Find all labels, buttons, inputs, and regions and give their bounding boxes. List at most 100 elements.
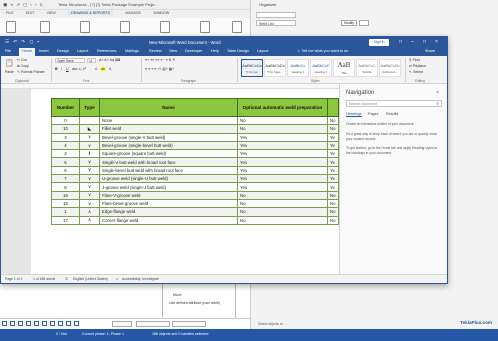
cell-extra[interactable]: No — [327, 198, 339, 209]
header-number[interactable]: Number — [51, 98, 80, 117]
tab-help[interactable]: Help — [211, 49, 219, 53]
style-title[interactable]: AaB Title — [333, 59, 355, 77]
table-row[interactable]: 7 ∨ U-groove weld (single-U butt weld) Yes Y… — [51, 174, 339, 184]
cell-name[interactable]: None — [99, 115, 238, 126]
close-pane-icon[interactable]: × — [436, 90, 439, 96]
table-row[interactable]: 1 ∧ Edge-flange weld No No — [51, 207, 339, 217]
cell-preparation[interactable]: Yes — [237, 149, 328, 159]
cad-quick-access[interactable]: ▣ ⤷ ↗ ◻ ‹ › ≡ — [3, 2, 43, 8]
snap-icon[interactable] — [74, 321, 79, 326]
cell-name[interactable]: Corner-flange weld — [99, 215, 238, 225]
cell-name[interactable]: Fillet weld — [99, 124, 238, 134]
copy-button[interactable]: ⧉ Copy — [17, 64, 29, 68]
header-name[interactable]: Name — [99, 98, 238, 117]
maximize-icon[interactable]: □ — [423, 39, 426, 45]
cell-extra[interactable]: Ye — [327, 165, 339, 176]
cell-number[interactable]: 2 — [51, 149, 80, 159]
cell-number[interactable]: 1 — [51, 207, 80, 217]
cell-type-symbol[interactable]: ∨ — [79, 132, 100, 142]
cell-name[interactable]: Edge-flange weld — [99, 207, 238, 217]
cell-preparation[interactable]: No — [237, 198, 328, 209]
organizer-filter[interactable] — [256, 12, 296, 18]
cell-preparation[interactable]: Yes — [237, 132, 328, 142]
cell-number[interactable]: 4 — [51, 140, 80, 151]
word-quick-access[interactable]: ☰ ↶ ↷ ◻ ▪ — [5, 39, 40, 45]
italic-button[interactable]: I — [61, 67, 62, 71]
text-effects-button[interactable]: A — [109, 67, 111, 71]
find-button[interactable]: ⚲ Find — [409, 58, 420, 62]
weld-types-table[interactable]: Number Type Name Optional automatic weld… — [51, 98, 339, 225]
cell-type-symbol[interactable] — [79, 115, 100, 126]
replace-button[interactable]: ⇄ Replace — [409, 64, 426, 68]
cell-name[interactable]: U-groove weld (single-U butt weld) — [99, 174, 238, 184]
tab-file[interactable]: File — [5, 49, 11, 53]
ribbon-display-icon[interactable]: □ — [399, 39, 402, 45]
table-row[interactable]: 0 None No No — [51, 115, 339, 126]
options-button[interactable] — [359, 20, 369, 26]
table-row[interactable]: 17 ∧ Corner-flange weld No No — [51, 215, 339, 225]
align-buttons-icon[interactable]: ≡ ≡ ≡ ≡ ↕˅ ▧˅ ▦˅ — [145, 67, 174, 71]
cell-type-symbol[interactable]: ‖ — [79, 149, 100, 159]
current-plane-select[interactable] — [172, 321, 206, 327]
accessibility-icon[interactable]: ☺ — [115, 277, 118, 281]
move-option[interactable]: Move — [173, 293, 182, 297]
paste-button[interactable]: Paste — [5, 70, 14, 74]
bold-button[interactable]: B — [55, 67, 58, 71]
close-icon[interactable]: × — [435, 39, 438, 45]
font-color-button[interactable]: A — [95, 67, 97, 71]
cell-extra[interactable]: Ye — [327, 157, 339, 167]
font-size-select[interactable]: 11 — [87, 58, 96, 63]
document-page[interactable]: Number Type Name Optional automatic weld… — [31, 89, 339, 274]
search-icon[interactable]: ⚲ — [436, 101, 439, 107]
style-subtitle[interactable]: AaBbCcC Subtitle — [356, 59, 378, 77]
cut-button[interactable]: ✂ Cut — [17, 58, 27, 62]
cell-preparation[interactable]: No — [237, 215, 328, 225]
cell-name[interactable]: Single-bevel butt weld with broad root f… — [99, 165, 238, 176]
cad-menu-window[interactable]: WINDOW — [153, 11, 169, 15]
cell-type-symbol[interactable]: ◣ — [79, 124, 100, 134]
font-name-select[interactable]: Open Sans — [55, 58, 85, 63]
navigation-search-input[interactable]: Search document ⚲ — [346, 100, 442, 107]
cell-number[interactable]: 8 — [51, 182, 80, 192]
cell-extra[interactable]: No — [327, 215, 339, 225]
document-area[interactable]: Number Type Name Optional automatic weld… — [1, 89, 339, 274]
cell-extra[interactable]: Ye — [327, 149, 339, 159]
cell-number[interactable]: 17 — [51, 215, 80, 225]
cell-preparation[interactable]: No — [237, 115, 328, 126]
table-row[interactable]: 3 ∨ Bevel-groove (single-V butt weld) Yes Ye — [51, 132, 339, 142]
cad-tool-icon[interactable] — [80, 21, 90, 33]
cell-name[interactable]: J-groove weld (single-J butt weld) — [99, 182, 238, 192]
cell-number[interactable]: 10 — [51, 124, 80, 134]
tab-view[interactable]: View — [169, 49, 177, 53]
cell-extra[interactable]: Ye — [327, 140, 339, 151]
status-page[interactable]: Page 1 of 1 — [5, 277, 22, 281]
highlight-button[interactable]: ab — [101, 67, 105, 71]
cell-preparation[interactable]: No — [237, 124, 328, 134]
cell-type-symbol[interactable]: ∨ — [79, 190, 100, 200]
cell-type-symbol[interactable]: ∧ — [79, 215, 100, 225]
style-heading-2[interactable]: AaBbCcC Heading 2 — [310, 59, 332, 77]
cell-preparation[interactable]: No — [237, 190, 328, 200]
tab-mailings[interactable]: Mailings — [125, 49, 139, 53]
nav-tab-pages[interactable]: Pages — [368, 112, 378, 116]
status-language[interactable]: English (United States) — [73, 277, 108, 281]
tab-home[interactable]: Home — [19, 48, 36, 56]
cad-tool-icon[interactable] — [232, 21, 242, 33]
cad-menu-drawing-reports[interactable]: DRAWING & REPORTS — [68, 11, 114, 15]
cell-name[interactable]: Flare-bevel-groove weld — [99, 198, 238, 209]
table-row[interactable]: 5 ∨ Single-V butt weld with broad root fac… — [51, 157, 339, 167]
header-preparation[interactable]: Optional automatic weld preparation — [237, 98, 328, 117]
cell-extra[interactable]: No — [327, 115, 339, 126]
cell-type-symbol[interactable]: ∧ — [79, 207, 100, 217]
cell-preparation[interactable]: Yes — [237, 182, 328, 192]
cad-menu-edit[interactable]: EDIT — [26, 11, 34, 15]
table-row[interactable]: 6 ∨ Single-bevel butt weld with broad root… — [51, 165, 339, 176]
cell-preparation[interactable]: No — [237, 207, 328, 217]
cad-tool-icon[interactable] — [200, 21, 210, 33]
status-accessibility[interactable]: Accessibility: Investigate — [122, 277, 159, 281]
tab-layout[interactable]: Layout — [77, 49, 88, 53]
strikethrough-button[interactable]: abc x₂ x² — [72, 67, 86, 71]
snap-icon[interactable] — [50, 321, 55, 326]
table-row[interactable]: 4 ∨ Bevel-groove (single-bevel butt weld) Y… — [51, 140, 339, 151]
view-plane-select[interactable] — [136, 321, 170, 327]
